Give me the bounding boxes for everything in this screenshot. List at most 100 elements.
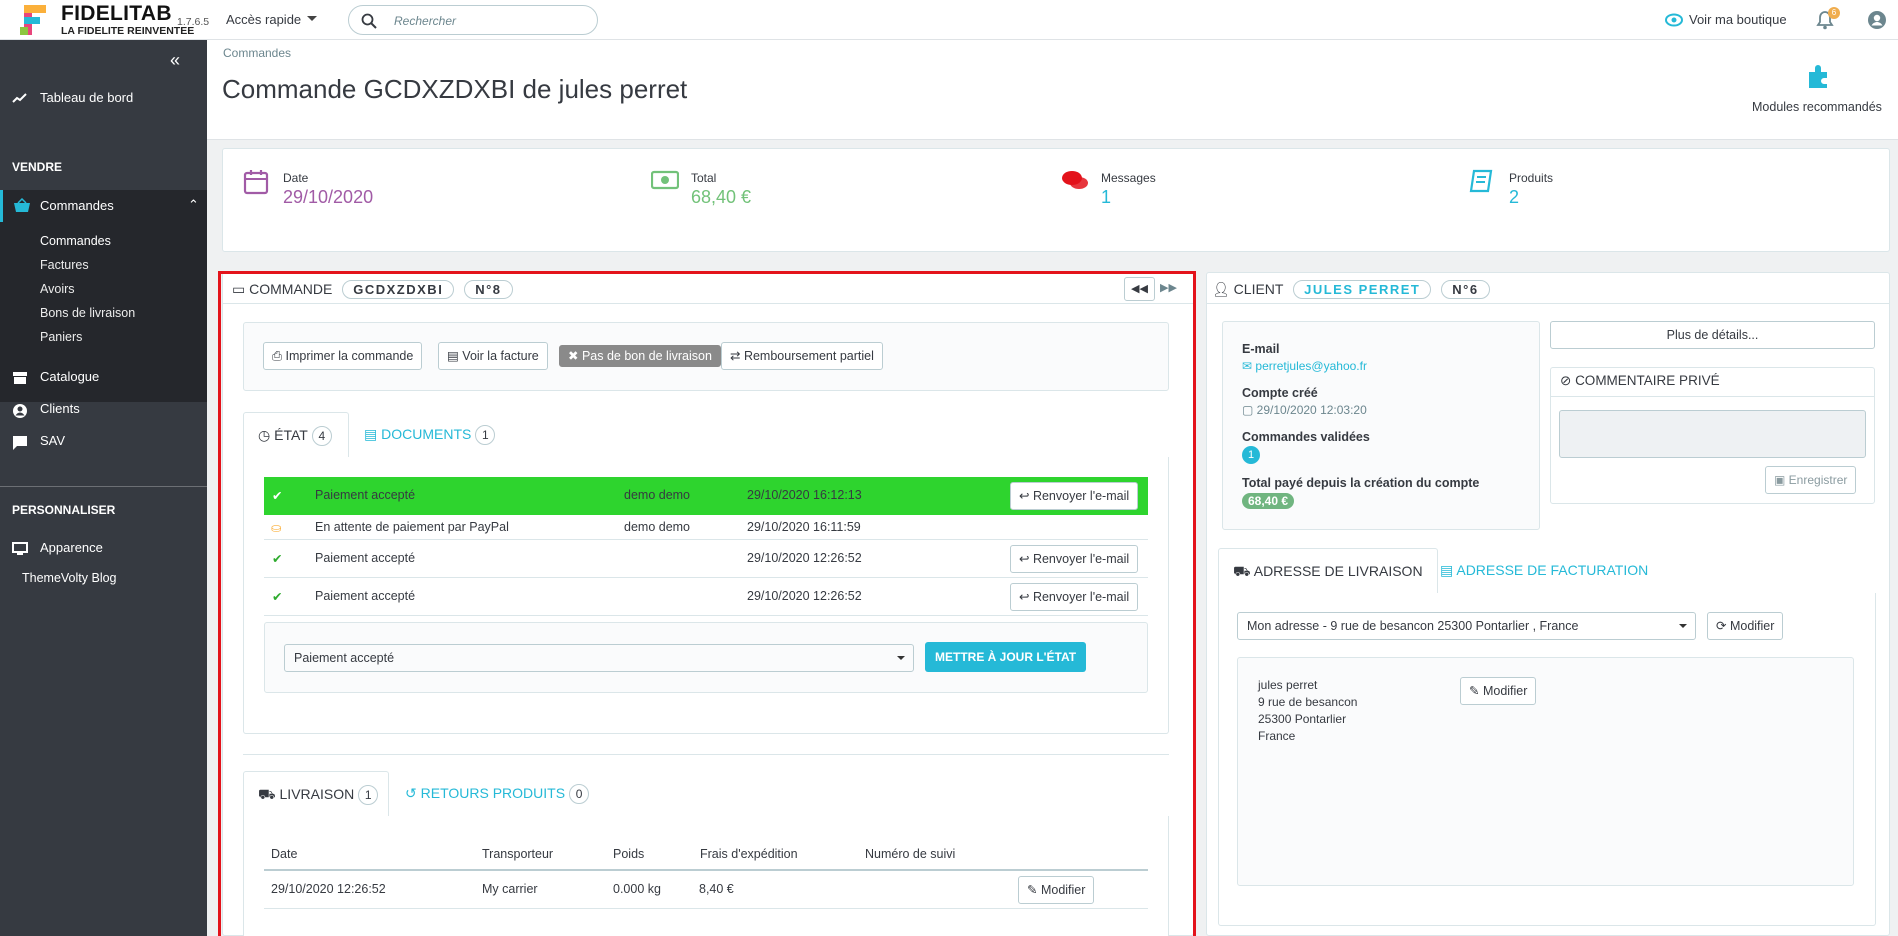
version-label: 1.7.6.5: [177, 16, 210, 28]
calendar-icon: ▢: [1242, 403, 1257, 417]
client-heading-label: CLIENT: [1233, 281, 1284, 297]
refresh-icon: ⟳: [1716, 619, 1730, 633]
envelope-icon: ✉: [1242, 359, 1256, 373]
total-paid-badge: 68,40 €: [1242, 493, 1295, 509]
sidebar-label: Tableau de bord: [40, 90, 134, 105]
breadcrumb[interactable]: Commandes: [223, 46, 291, 60]
client-number-badge: N°6: [1441, 280, 1490, 299]
tab-delivery-address[interactable]: ⛟ ADRESSE DE LIVRAISON: [1218, 548, 1438, 594]
address-well: [1237, 657, 1854, 886]
private-comment-textarea[interactable]: [1559, 410, 1866, 458]
chevron-up-icon: ⌃: [188, 197, 199, 212]
created-date: 29/10/2020 12:03:20: [1256, 403, 1367, 417]
save-comment-button[interactable]: ▣ Enregistrer: [1765, 466, 1857, 494]
eye-slash-icon: ⊘: [1560, 373, 1576, 388]
email-link[interactable]: ✉ perretjules@yahoo.fr: [1242, 359, 1367, 373]
sidebar-label: Clients: [40, 401, 80, 416]
heading-label: COMMENTAIRE PRIVÉ: [1575, 373, 1720, 388]
section-customize: PERSONNALISER: [12, 503, 116, 517]
sidebar-item-catalog[interactable]: Catalogue: [0, 369, 207, 389]
brand-tagline: LA FIDELITE REINVENTEE: [61, 25, 195, 37]
sidebar-label: SAV: [40, 433, 66, 448]
sidebar-item-blog[interactable]: ThemeVolty Blog: [22, 571, 117, 585]
tab-label: ADRESSE DE FACTURATION: [1456, 562, 1649, 578]
divider: [1206, 303, 1890, 304]
brand-name: FIDELITAB: [61, 2, 172, 25]
sidebar-label: Catalogue: [40, 369, 100, 384]
button-label: Enregistrer: [1788, 473, 1848, 487]
page-title: Commande GCDXZDXBI de jules perret: [222, 74, 688, 104]
kpi-value: 1: [1101, 187, 1112, 207]
tab-invoice-address[interactable]: ▤ ADRESSE DE FACTURATION: [1426, 548, 1662, 594]
kpi-value: 29/10/2020: [283, 187, 374, 207]
user-avatar-icon[interactable]: [1867, 10, 1887, 30]
view-shop-label: Voir ma boutique: [1689, 12, 1787, 27]
submenu-delivery-slips[interactable]: Bons de livraison: [40, 306, 135, 320]
recommended-modules-link[interactable]: Modules recommandés: [1752, 100, 1882, 114]
button-label: Modifier: [1729, 619, 1775, 633]
submenu-invoices[interactable]: Factures: [40, 258, 89, 272]
search-input[interactable]: Rechercher: [348, 5, 598, 35]
button-label: Modifier: [1482, 684, 1528, 698]
created-value: ▢ 29/10/2020 12:03:20: [1242, 403, 1367, 417]
eye-icon: [1665, 13, 1683, 27]
top-bar: FIDELITAB LA FIDELITE REINVENTEE 1.7.6.5…: [0, 0, 1898, 40]
kpi-label: Produits: [1509, 171, 1554, 185]
sidebar-item-orders[interactable]: Commandes ⌃: [0, 190, 207, 222]
collapse-sidebar-icon[interactable]: «: [170, 50, 180, 71]
client-panel-heading: 👤︎ CLIENT JULES PERRET N°6: [1212, 280, 1490, 299]
modify-address-select-button[interactable]: ⟳ Modifier: [1707, 612, 1784, 640]
money-icon: [651, 170, 679, 190]
account-icon: [13, 404, 27, 418]
file-text-icon: ▤: [1440, 562, 1457, 578]
search-placeholder: Rechercher: [394, 14, 457, 28]
sidebar-item-dashboard[interactable]: Tableau de bord: [0, 90, 207, 110]
address-tabbar: ⛟ ADRESSE DE LIVRAISON ▤ ADRESSE DE FACT…: [1218, 548, 1876, 594]
user-icon: 👤︎: [1212, 281, 1230, 297]
store-icon: [13, 372, 27, 384]
kpi-label: Total: [691, 171, 717, 185]
view-shop-link[interactable]: Voir ma boutique: [1665, 12, 1787, 27]
validated-orders-count: 1: [1242, 446, 1260, 464]
address-line: jules perret: [1258, 678, 1318, 692]
trending-icon: [12, 93, 27, 103]
client-name-badge[interactable]: JULES PERRET: [1293, 280, 1432, 299]
pencil-icon: ✎: [1469, 684, 1483, 698]
address-line: 9 rue de besancon: [1258, 695, 1358, 709]
submenu-carts[interactable]: Paniers: [40, 330, 82, 344]
sidebar-label: Apparence: [40, 540, 103, 555]
monitor-icon: [12, 542, 28, 555]
calendar-icon: [243, 170, 269, 195]
address-select[interactable]: Mon adresse - 9 rue de besancon 25300 Po…: [1237, 612, 1696, 640]
section-sell: VENDRE: [12, 160, 63, 174]
logo-icon: [20, 5, 46, 35]
divider: [0, 486, 207, 487]
tab-label: ADRESSE DE LIVRAISON: [1253, 563, 1423, 579]
submenu-orders[interactable]: Commandes: [40, 234, 111, 248]
quick-access-dropdown[interactable]: Accès rapide: [226, 12, 317, 27]
total-paid-label: Total payé depuis la création du compte: [1242, 476, 1480, 490]
sidebar-item-appearance[interactable]: Apparence: [0, 540, 207, 560]
email-label: E-mail: [1242, 342, 1280, 356]
basket-icon: [14, 198, 30, 212]
kpi-value: 68,40 €: [691, 187, 752, 207]
save-icon: ▣: [1774, 473, 1789, 487]
comments-icon: [1062, 171, 1088, 189]
chat-icon: [13, 436, 27, 450]
truck-icon: ⛟: [1233, 563, 1254, 579]
book-icon: [1469, 169, 1493, 193]
puzzle-icon[interactable]: [1805, 62, 1833, 90]
sidebar-item-customers[interactable]: Clients: [0, 401, 207, 421]
email-value: perretjules@yahoo.fr: [1255, 359, 1367, 373]
submenu-credit-slips[interactable]: Avoirs: [40, 282, 75, 296]
modify-address-button[interactable]: ✎ Modifier: [1460, 677, 1537, 705]
address-line: France: [1258, 729, 1296, 743]
highlight-frame: [218, 271, 1196, 936]
kpi-strip: Date 29/10/2020 Total 68,40 € Messages 1…: [222, 148, 1890, 252]
sidebar: « Tableau de bord VENDRE Commandes ⌃ Com…: [0, 40, 207, 936]
more-details-button[interactable]: Plus de détails...: [1550, 321, 1875, 349]
created-label: Compte créé: [1242, 386, 1318, 400]
sidebar-item-support[interactable]: SAV: [0, 433, 207, 453]
validated-orders-label: Commandes validées: [1242, 430, 1370, 444]
kpi-label: Messages: [1101, 171, 1156, 185]
